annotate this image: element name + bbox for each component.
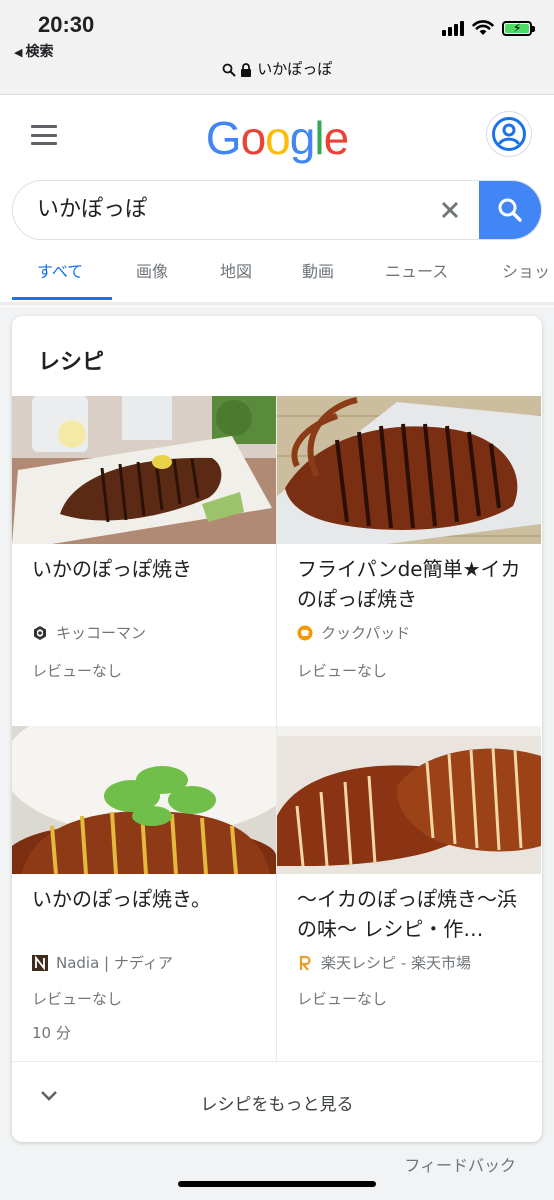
google-header: Google いかぽっぽ すべて 画像 地図 動画 ニュース ショッ [0, 94, 554, 307]
recipe-item[interactable]: いかのぽっぽ焼き。 Nadia | ナディア レビューなし 10 分 [12, 726, 276, 1061]
recipe-source: Nadia | ナディア [32, 952, 173, 973]
account-button[interactable] [486, 111, 532, 157]
source-label: クックパッド [321, 624, 411, 642]
search-icon [222, 63, 236, 77]
status-icons: ⚡ [442, 20, 535, 36]
recipes-card: レシピ いかのぽっぽ焼き キッコーマン レビューなし フライパンde簡単★イカの… [12, 316, 542, 1142]
kikkoman-icon [34, 625, 46, 640]
recipe-title: フライパンde簡単★イカのぽっぽ焼き [297, 557, 521, 611]
address-bar[interactable]: いかぽっぽ [0, 58, 554, 79]
review-label: レビューなし [32, 662, 123, 680]
close-icon [441, 201, 459, 219]
search-tabs: すべて 画像 地図 動画 ニュース ショッ [0, 255, 554, 300]
recipe-image [12, 726, 276, 874]
more-recipes-label: レシピをもっと見る [200, 1095, 354, 1115]
tab-videos[interactable]: 動画 [302, 255, 334, 297]
recipe-item[interactable]: フライパンde簡単★イカのぽっぽ焼き クックパッド レビューなし [277, 396, 541, 726]
cellular-signal-icon [442, 20, 464, 36]
wifi-icon [472, 20, 494, 35]
search-button[interactable] [479, 181, 541, 239]
source-label: Nadia | ナディア [56, 954, 173, 972]
recipe-title: いかのぽっぽ焼き。 [32, 887, 211, 911]
logo-letter: o [240, 112, 267, 164]
recipe-item[interactable]: 〜イカのぽっぽ焼き〜浜の味〜 レシピ・作… 楽天レシピ - 楽天市場 レビューな… [277, 726, 541, 1061]
status-bar: 20:30 ◀ 検索 ⚡ いかぽっぽ [0, 0, 554, 94]
header-shadow [0, 302, 554, 306]
search-icon [498, 198, 522, 222]
source-label: キッコーマン [56, 624, 147, 642]
nadia-icon [32, 954, 48, 971]
review-label: レビューなし [297, 662, 388, 680]
active-tab-indicator [12, 297, 112, 300]
logo-letter: o [265, 112, 291, 164]
review-label: レビューなし [297, 990, 388, 1008]
search-box[interactable]: いかぽっぽ [12, 180, 542, 240]
tab-images[interactable]: 画像 [136, 255, 168, 297]
logo-letter: e [323, 112, 350, 164]
logo-letter: G [205, 112, 242, 164]
account-icon [492, 117, 526, 151]
clear-button[interactable] [433, 193, 467, 227]
battery-icon: ⚡ [502, 20, 535, 36]
logo-letter: g [289, 112, 316, 164]
recipe-source: キッコーマン [32, 622, 146, 643]
recipe-item[interactable]: いかのぽっぽ焼き キッコーマン レビューなし [12, 396, 276, 726]
source-label: 楽天レシピ - 楽天市場 [321, 954, 471, 972]
more-recipes-button[interactable]: レシピをもっと見る [12, 1062, 542, 1142]
card-title: レシピ [38, 350, 105, 375]
recipe-source: クックパッド [297, 622, 410, 643]
review-label: レビューなし [32, 990, 123, 1008]
cookpad-icon [297, 625, 313, 640]
tab-shopping[interactable]: ショッ [502, 255, 550, 297]
tab-news[interactable]: ニュース [385, 255, 448, 297]
home-indicator[interactable] [178, 1181, 376, 1187]
recipe-title: いかのぽっぽ焼き [32, 557, 192, 581]
rakuten-icon [299, 955, 311, 971]
google-logo[interactable]: Google [0, 111, 554, 165]
url-text: いかぽっぽ [257, 60, 333, 78]
recipe-title: 〜イカのぽっぽ焼き〜浜の味〜 レシピ・作… [297, 887, 517, 941]
recipe-image [12, 396, 276, 544]
logo-letter: l [314, 112, 324, 164]
clock: 20:30 [38, 12, 95, 37]
tab-maps[interactable]: 地図 [220, 255, 252, 297]
recipe-source: 楽天レシピ - 楽天市場 [297, 952, 471, 973]
recipe-image [277, 396, 541, 544]
cook-time-label: 10 分 [32, 1024, 71, 1042]
recipe-image [277, 726, 541, 874]
lock-icon [241, 63, 252, 77]
search-input[interactable]: いかぽっぽ [37, 181, 147, 239]
feedback-link[interactable]: フィードバック [404, 1152, 516, 1176]
tab-all[interactable]: すべて [37, 255, 83, 297]
